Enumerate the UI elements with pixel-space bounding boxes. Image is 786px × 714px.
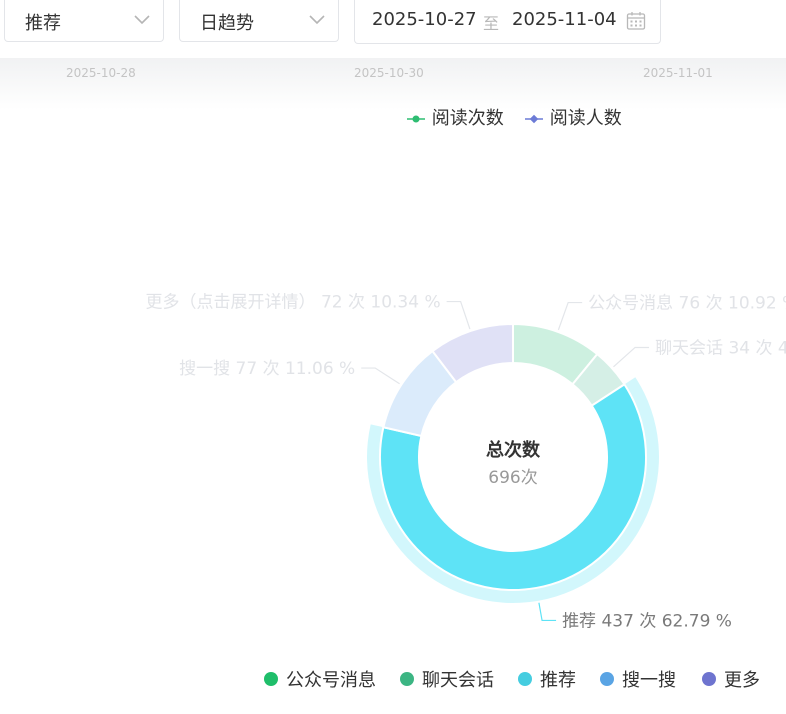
slice-label: 搜一搜 77 次 11.06 % [179, 359, 355, 379]
slice-leader-line [446, 300, 471, 330]
legend-label: 聊天会话 [422, 670, 494, 691]
legend-dot-icon [702, 672, 716, 686]
donut-center-title: 总次数 [486, 439, 541, 461]
donut-legend-item[interactable]: 更多 [702, 666, 760, 692]
donut-legend-item[interactable]: 推荐 [518, 666, 576, 692]
slice-leader-line [361, 367, 400, 385]
slice-leader-line [613, 346, 650, 368]
donut-legend-item[interactable]: 公众号消息 [264, 666, 376, 692]
legend-label: 更多 [724, 670, 760, 691]
donut-legend-item[interactable]: 搜一搜 [600, 666, 676, 692]
slice-leader-line [557, 301, 583, 331]
legend-dot-icon [518, 672, 532, 686]
slice-label: 公众号消息 76 次 10.92 % [588, 294, 786, 314]
donut-center-value: 696次 [488, 468, 537, 488]
legend-label: 搜一搜 [622, 670, 676, 691]
donut-legend-item[interactable]: 聊天会话 [400, 666, 494, 692]
slice-label: 聊天会话 34 次 4 [655, 338, 786, 358]
source-donut-chart: 公众号消息 76 次 10.92 % 聊天会话 34 次 4 推荐 437 次 62… [146, 293, 786, 632]
legend-dot-icon [264, 672, 278, 686]
legend-dot-icon [600, 672, 614, 686]
legend-label: 公众号消息 [286, 670, 376, 691]
legend-label: 推荐 [540, 670, 576, 691]
slice-leader-line [538, 602, 557, 622]
slice-label: 推荐 437 次 62.79 % [562, 611, 732, 631]
slice-label: 更多（点击展开详情） 72 次 10.34 % [146, 293, 441, 313]
legend-dot-icon [400, 672, 414, 686]
